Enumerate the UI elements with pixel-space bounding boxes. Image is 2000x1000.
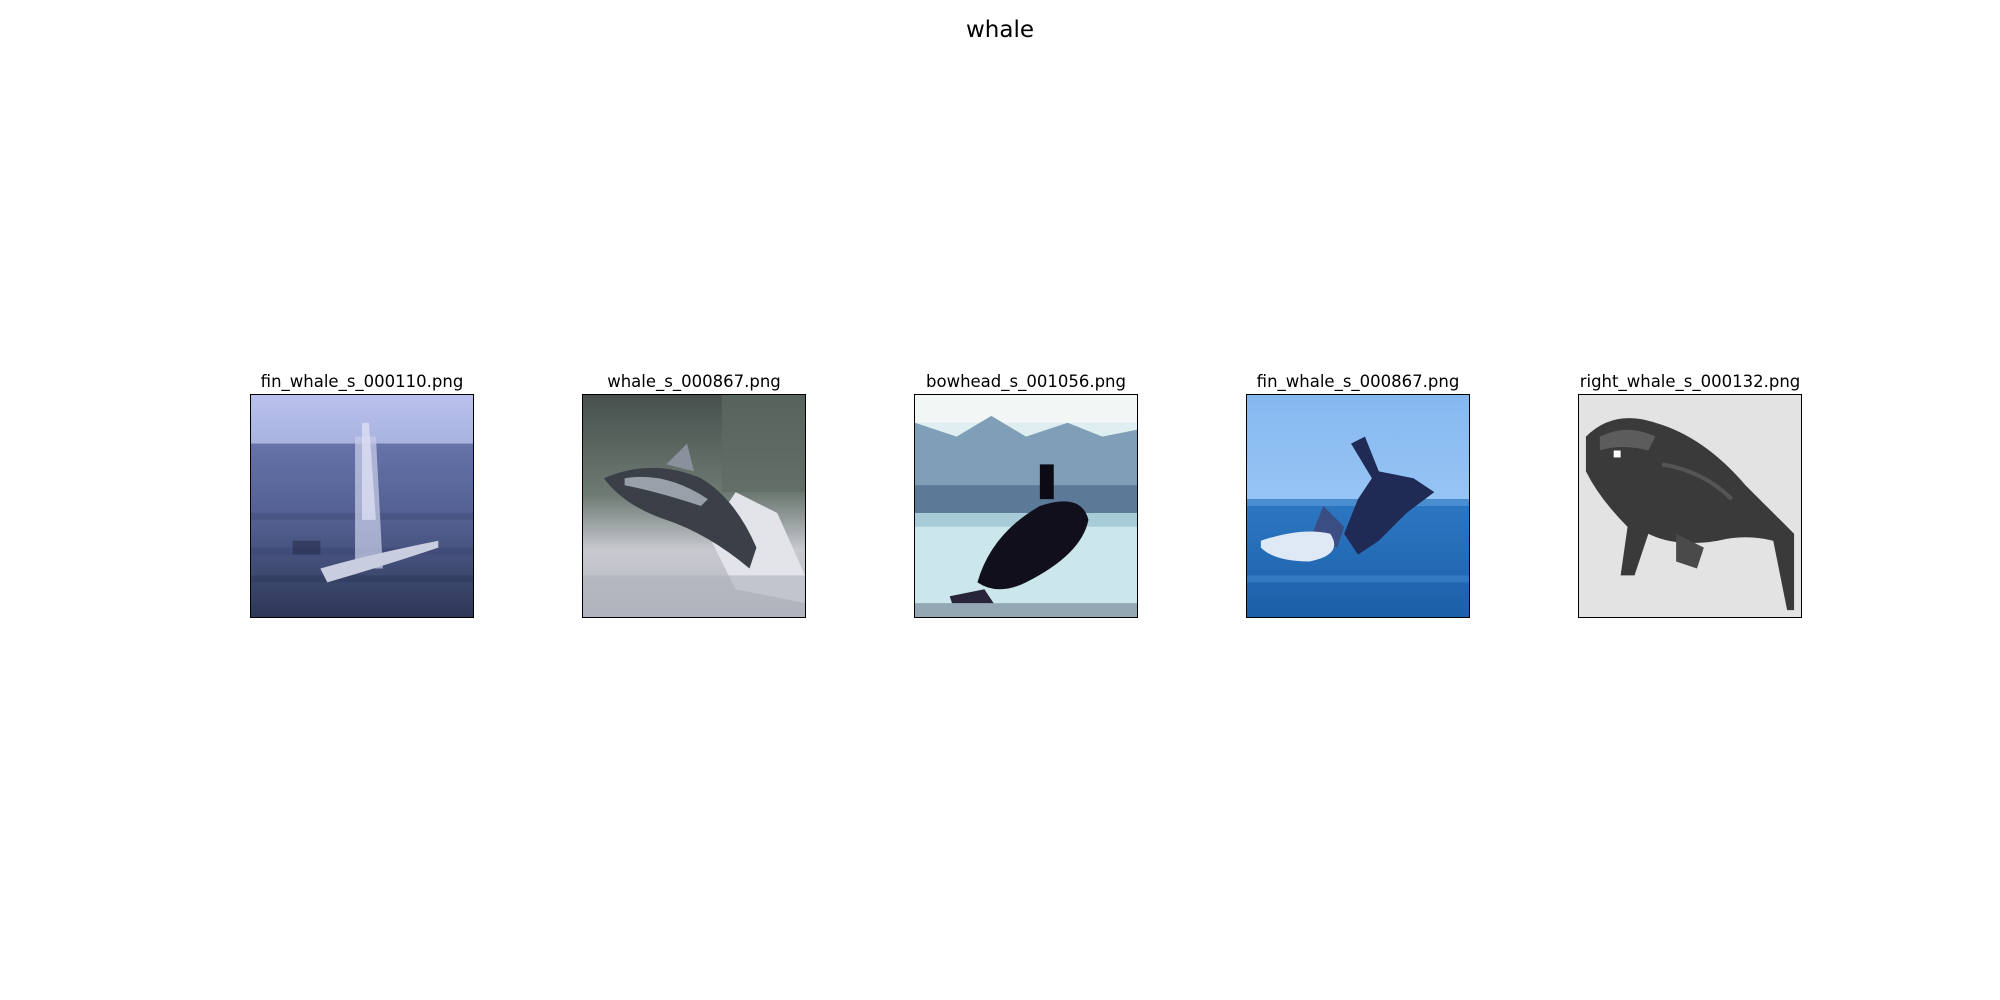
image-panel: fin_whale_s_000110.png xyxy=(250,372,474,618)
image-filename: right_whale_s_000132.png xyxy=(1579,372,1801,391)
image-filename: fin_whale_s_000867.png xyxy=(1256,372,1460,391)
right-whale-image xyxy=(1578,394,1802,618)
bowhead-whale-image xyxy=(914,394,1138,618)
image-panel: right_whale_s_000132.png xyxy=(1578,372,1802,618)
breaching-whale-image xyxy=(582,394,806,618)
figure-title: whale xyxy=(965,17,1035,43)
image-panel: fin_whale_s_000867.png xyxy=(1246,372,1470,618)
image-panel: bowhead_s_001056.png xyxy=(914,372,1138,618)
image-filename: whale_s_000867.png xyxy=(607,372,781,391)
image-panel: whale_s_000867.png xyxy=(582,372,806,618)
whale-spout-image xyxy=(250,394,474,618)
image-filename: fin_whale_s_000110.png xyxy=(260,372,464,391)
humpback-breach-image xyxy=(1246,394,1470,618)
image-filename: bowhead_s_001056.png xyxy=(926,372,1126,391)
